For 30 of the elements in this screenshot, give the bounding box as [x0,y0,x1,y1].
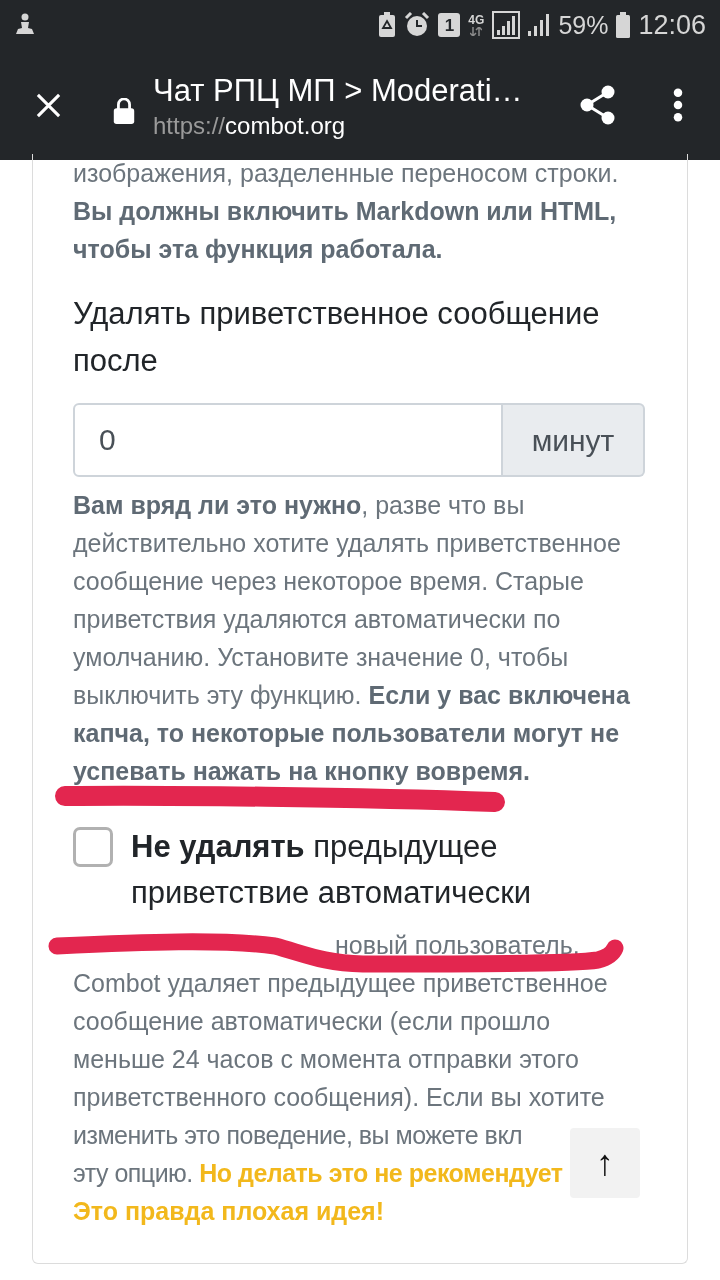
alarm-clock-icon [404,12,431,38]
battery-saver-icon [378,12,397,38]
lock-icon [113,98,135,124]
signal-icon [528,13,551,37]
help-text: Вам вряд ли это нужно, разве что вы действительно хотите удалять приветственное сообщение через некоторое время. Старые приветствия удаляются автоматически по умолчанию. Установите значение 0, чтобы выключить эту функцию. Если у вас включена капча, то некоторые пользователи могут не успевать нажать на кнопку вовремя. [73,490,631,787]
data-arrows-icon [470,27,483,36]
signal-icon [492,11,521,39]
network-type-label: 4G [468,14,485,27]
more-options-icon [673,88,683,122]
number-input[interactable]: 0 [73,403,503,477]
unit-label: минут [503,403,645,477]
help-text: изменить это поведение, вы можете вкл [73,1120,523,1151]
scroll-top-button[interactable]: ↑ [570,1128,640,1198]
checkbox[interactable] [73,827,113,867]
field-label: Удалять приветственное сообщение после [73,295,601,380]
close-icon [34,91,62,119]
help-text: изображения, разделенные переносом строки. [73,158,620,189]
help-text: эту опцию. Но делать это не рекомендует [73,1158,563,1189]
page-url: https://combot.org [153,111,347,141]
figure-icon [14,13,36,37]
checkbox-label[interactable]: Не удалять предыдущее приветствие автоматически [131,824,645,916]
page-title: Чат РПЦ МП > Moderati… [153,72,523,110]
share-icon [579,85,617,125]
battery-icon [616,12,631,38]
help-text: новый пользователь, [335,930,580,961]
battery-percent: 59% [558,12,609,38]
sim-indicator: 1 [438,13,461,37]
warning-text: Это правда плохая идея! [73,1196,384,1227]
help-text: Вы должны включить Markdown или HTML, чтобы эта функция работала. [73,196,618,265]
clock-time: 12:06 [638,11,706,39]
